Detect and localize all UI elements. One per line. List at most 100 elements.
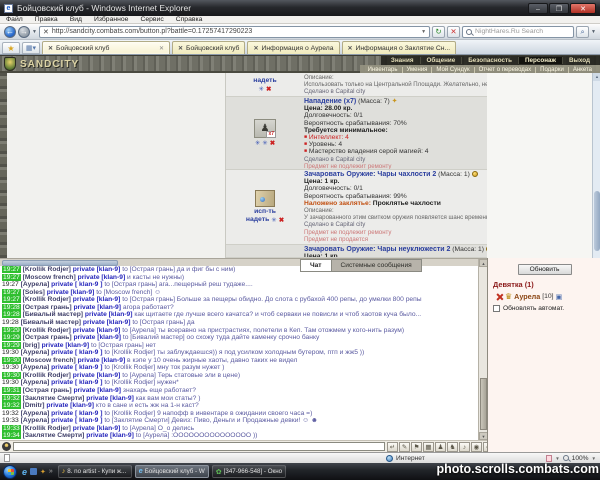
chat-nickname[interactable]: [Krollik Rodjer] [23, 296, 71, 303]
game-nav-link[interactable]: Выход [563, 57, 596, 64]
game-subnav-link[interactable]: Анкета [569, 67, 596, 73]
stop-button[interactable]: ✕ [447, 26, 460, 38]
use-link[interactable]: исп-ть [254, 208, 276, 215]
game-subnav-link[interactable]: Инвентарь [364, 67, 403, 73]
discard-icon[interactable]: ✖ [279, 216, 284, 224]
history-dropdown-icon[interactable]: ▼ [32, 29, 37, 35]
chat-nickname[interactable]: [Krollik Rodjer] [23, 425, 71, 432]
chat-nickname[interactable]: [Krollik Rodjer] [23, 372, 71, 379]
chat-nickname[interactable]: [Krollik Rodjer] [23, 266, 71, 273]
refresh-room-button[interactable]: Обновить [518, 264, 572, 275]
chat-nickname[interactable]: [Аурела] [21, 349, 50, 356]
chat-nickname[interactable]: [Острая грань] [23, 334, 72, 341]
wear-link[interactable]: надеть [253, 77, 276, 84]
game-subnav-link[interactable]: Подарки [536, 67, 569, 73]
minimize-button[interactable]: – [528, 3, 548, 14]
chat-nickname[interactable]: [Острая грань] [23, 304, 72, 311]
chat-nickname[interactable]: [Аурела] [21, 417, 50, 424]
quicklaunch-overflow-icon[interactable]: » [49, 468, 53, 475]
discard-icon[interactable]: ✖ [270, 139, 275, 147]
taskbar-button-icq[interactable]: ✿ [347-966-548] - Окно... [212, 465, 286, 478]
tab-info-zaklyatie[interactable]: ✕ Информация о Заклятие Сн... [342, 41, 457, 54]
sell-icon[interactable]: ✳ [262, 139, 267, 147]
transfer-icon[interactable]: ✳ [255, 139, 260, 147]
search-input[interactable]: NightHares.Ru Search [462, 26, 574, 38]
app-quicklaunch-icon[interactable] [30, 468, 37, 475]
chat-nickname[interactable]: [Аурела] [21, 364, 50, 371]
maximize-button[interactable]: ❒ [549, 3, 569, 14]
page-scrollbar[interactable]: ▲ ▼ [592, 73, 600, 266]
chat-nickname[interactable]: [Soles] [23, 289, 45, 296]
chat-nickname[interactable]: [Krollik Rodjer] [23, 327, 71, 334]
scroll-thumb[interactable] [594, 191, 600, 251]
chat-nickname[interactable]: [Dmitr] [23, 402, 45, 409]
chat-nickname[interactable]: [Заклятие Смерти] [23, 395, 85, 402]
chat-message-input[interactable] [13, 442, 385, 451]
zoom-magnifier-icon[interactable] [563, 455, 569, 461]
address-input[interactable]: ✕ http://sandcity.combats.com/button.pl?… [39, 26, 430, 38]
chat-nickname[interactable]: [Moscow french] [23, 274, 76, 281]
page-dropdown-icon[interactable]: ▼ [555, 456, 559, 461]
send-icon[interactable]: ↵ [387, 442, 398, 452]
target-icon[interactable]: ◉ [471, 442, 482, 452]
filter-icon[interactable]: ⚑ [411, 442, 422, 452]
game-subnav-link[interactable]: Умения [403, 67, 433, 73]
tab-close-icon[interactable]: ✕ [159, 45, 164, 52]
menu-item[interactable]: Правка [35, 16, 58, 23]
menu-item[interactable]: Справка [176, 16, 203, 23]
item-title[interactable]: Зачаровать Оружие: Чары неуклюжести 2 [304, 246, 450, 253]
chat-nickname[interactable]: [Аурела] [21, 379, 50, 386]
chat-nickname[interactable]: [Аурела] [21, 281, 50, 288]
start-button[interactable] [3, 465, 17, 479]
autorefresh-checkbox[interactable] [493, 305, 500, 312]
search-go-button[interactable]: ⌕ [576, 26, 589, 38]
tab-info-aurela[interactable]: ✕ Информация о Аурела [247, 41, 339, 54]
app2-quicklaunch-icon[interactable]: ✦ [40, 468, 46, 476]
tab-fight-club-active[interactable]: ✕ Бойцовский клуб ✕ [42, 41, 170, 54]
address-dropdown-icon[interactable]: ▼ [421, 29, 426, 35]
favorites-star-icon[interactable]: ★ [2, 42, 20, 54]
player-name[interactable]: Аурела [514, 292, 540, 301]
game-nav-link[interactable]: Безопасность [462, 57, 519, 64]
quick-tabs-icon[interactable]: ▦▾ [22, 42, 40, 54]
chat-scrollbar[interactable]: ▲ ▼ [478, 259, 487, 440]
chat-nickname[interactable]: [Бивалый мастер] [21, 319, 81, 326]
chat-nickname[interactable]: [Острая грань] [23, 387, 72, 394]
refresh-button[interactable]: ↻ [432, 26, 445, 38]
player-info-icon[interactable]: ▣ [556, 293, 563, 301]
back-button[interactable]: ← [4, 26, 16, 38]
search-dropdown-icon[interactable]: ▼ [591, 29, 596, 35]
draw-icon[interactable]: ✎ [399, 442, 410, 452]
menu-item[interactable]: Сервис [140, 16, 163, 23]
discard-icon[interactable]: ✖ [266, 85, 271, 93]
game-nav-link[interactable]: Персонаж [519, 57, 563, 64]
zoom-level[interactable]: 100% [572, 455, 589, 462]
game-subnav-link[interactable]: Отчет о переводах [475, 67, 537, 73]
transfer-icon[interactable]: ✳ [271, 216, 276, 224]
scroll-up-icon[interactable]: ▲ [593, 73, 600, 81]
taskbar-button-winamp[interactable]: ♪ 8. no artist - Купи ж... [58, 465, 132, 478]
chat-nickname[interactable]: [brig] [23, 342, 40, 349]
game-nav-link[interactable]: Общение [421, 57, 463, 64]
tab-fight-club-2[interactable]: ✕ Бойцовский клуб [172, 41, 245, 54]
chat-nickname[interactable]: [Заклятие Смерти] [23, 432, 85, 439]
transfer-icon[interactable]: ✳ [259, 85, 264, 93]
forward-button[interactable]: → [18, 26, 30, 38]
close-button[interactable]: ✕ [570, 3, 596, 14]
chat-nickname[interactable]: [Аурела] [21, 410, 50, 417]
music-icon[interactable]: ♪ [459, 442, 470, 452]
person-icon[interactable]: ♟ [435, 442, 446, 452]
item-title[interactable]: Зачаровать Оружие: Чары чахлости 2 [304, 171, 436, 178]
smileys-button[interactable]: ☻ [2, 442, 11, 451]
taskbar-button-ie-active[interactable]: e Бойцовский клуб - Wi... [135, 465, 209, 478]
game-subnav-link[interactable]: Мой Сундук [432, 67, 474, 73]
tab-chat[interactable]: Чат [300, 259, 332, 272]
game-nav-link[interactable]: Знания [385, 57, 421, 64]
menu-item[interactable]: Избранное [94, 16, 128, 23]
ie-quicklaunch-icon[interactable]: e [22, 467, 27, 477]
save-icon[interactable]: ▦ [423, 442, 434, 452]
chat-nickname[interactable]: [Moscow french] [23, 357, 76, 364]
tab-system-messages[interactable]: Системные сообщения [332, 259, 422, 272]
zoom-dropdown-icon[interactable]: ▼ [592, 456, 596, 461]
item-title[interactable]: Нападение (х7) [304, 98, 356, 105]
